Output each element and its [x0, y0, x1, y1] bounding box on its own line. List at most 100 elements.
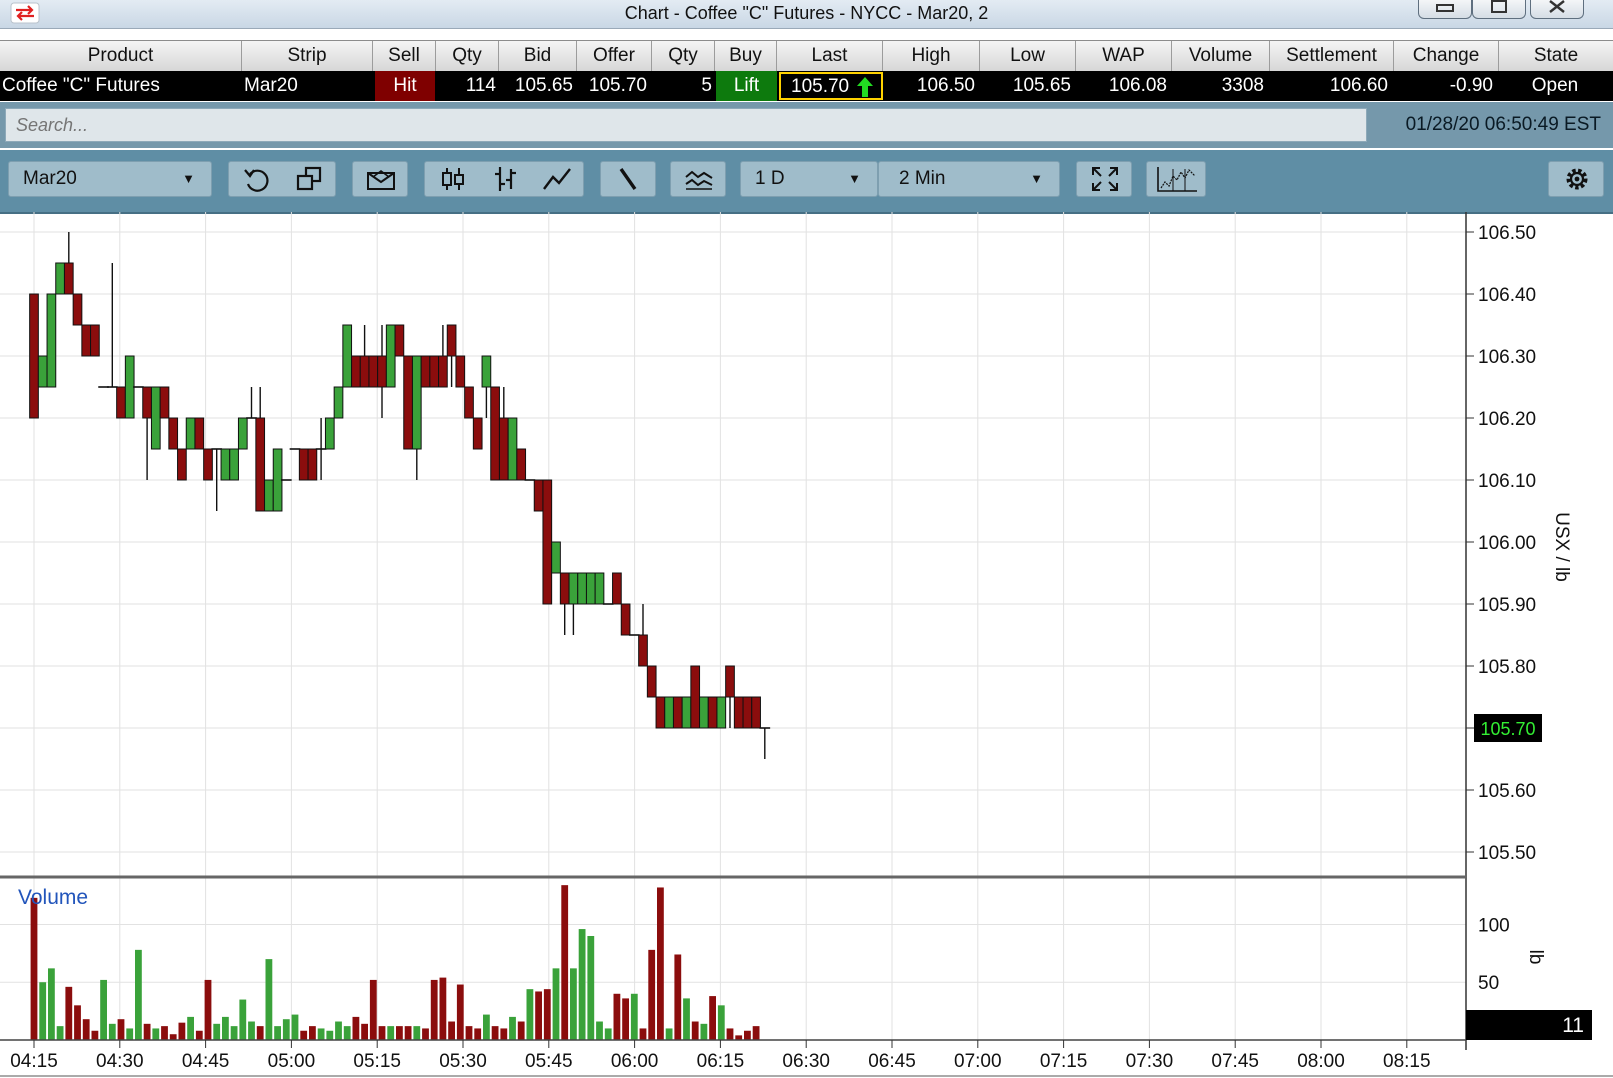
- column-header-offer-qty[interactable]: Qty: [652, 41, 715, 71]
- volume-bar: [65, 986, 73, 1040]
- candle-body: [264, 479, 274, 512]
- candle-body: [716, 696, 727, 729]
- column-header-last[interactable]: Last: [777, 41, 883, 71]
- volume-bar: [274, 1026, 281, 1040]
- volume-bar: [396, 1026, 403, 1040]
- candle-body: [359, 355, 370, 388]
- volume-bar: [222, 1016, 229, 1040]
- candle: [385, 324, 396, 388]
- candle: [116, 386, 126, 419]
- candle-body: [464, 386, 474, 419]
- column-header-wap[interactable]: WAP: [1076, 41, 1172, 71]
- settings-button[interactable]: [1548, 161, 1604, 197]
- copy-window-button[interactable]: [285, 162, 333, 196]
- strip-cell: Mar20: [244, 75, 298, 96]
- close-button[interactable]: [1530, 0, 1584, 19]
- refresh-copy-group: [228, 161, 336, 197]
- column-header-buy[interactable]: Buy: [715, 41, 777, 71]
- column-header-strip[interactable]: Strip: [242, 41, 373, 71]
- price-tick-label: 106.10: [1478, 471, 1536, 492]
- up-arrow-icon: [857, 77, 873, 97]
- candle-body: [72, 293, 83, 326]
- candle: [638, 604, 648, 667]
- refresh-icon: [244, 169, 269, 192]
- volume-bar: [570, 968, 577, 1040]
- column-header-sell[interactable]: Sell: [373, 41, 436, 71]
- candle-body: [229, 448, 239, 481]
- candle: [46, 293, 57, 388]
- volume-bar: [404, 1026, 412, 1040]
- candle-body: [394, 324, 405, 357]
- line-chart-button[interactable]: [533, 162, 581, 196]
- price-chart[interactable]: 106.50 106.40 106.30 106.20 106.10 106.00 105.…: [0, 212, 1613, 1078]
- column-header-low[interactable]: Low: [980, 41, 1076, 71]
- last-price-label: 105.70: [1480, 719, 1535, 739]
- column-header-volume[interactable]: Volume: [1172, 41, 1270, 71]
- contract-select[interactable]: Mar20 ▼: [8, 161, 212, 197]
- ohlc-bars-button[interactable]: [481, 162, 529, 196]
- volume-bar: [578, 929, 586, 1040]
- expand-button[interactable]: [1076, 161, 1132, 197]
- column-header-change[interactable]: Change: [1394, 41, 1499, 71]
- candle: [124, 355, 135, 419]
- time-tick-label: 04:45: [182, 1051, 230, 1072]
- time-tick-label: 07:30: [1126, 1051, 1174, 1072]
- candle-body: [220, 448, 231, 481]
- time-tick-label: 04:30: [96, 1051, 144, 1072]
- draw-line-button[interactable]: [600, 161, 656, 197]
- candle-body: [507, 417, 518, 481]
- candle-body: [490, 386, 500, 481]
- column-header-settlement[interactable]: Settlement: [1270, 41, 1394, 71]
- volume-bar: [413, 1026, 421, 1040]
- window-title: Chart - Coffee "C" Futures - NYCC - Mar2…: [624, 3, 989, 23]
- envelope-button[interactable]: [352, 161, 408, 197]
- lift-button[interactable]: Lift: [716, 71, 777, 101]
- volume-bar: [48, 968, 55, 1040]
- candle-body: [690, 665, 701, 729]
- last-price-cell: 105.70: [779, 72, 883, 100]
- volume-bar: [596, 1021, 603, 1040]
- column-header-high[interactable]: High: [883, 41, 980, 71]
- quote-row[interactable]: Coffee "C" Futures Mar20 Hit 114 105.65 …: [0, 71, 1613, 101]
- candle: [577, 572, 587, 605]
- candle: [81, 324, 92, 357]
- volume-bar: [352, 1016, 360, 1040]
- candle-body: [168, 417, 179, 450]
- candle: [585, 572, 596, 605]
- candle: [646, 665, 657, 698]
- range-select[interactable]: 1 D ▼: [740, 161, 878, 197]
- candle-body: [81, 324, 92, 357]
- column-header-bid-qty[interactable]: Qty: [436, 41, 499, 71]
- column-header-state[interactable]: State: [1499, 41, 1613, 71]
- hit-button[interactable]: Hit: [375, 71, 435, 101]
- volume-bar: [535, 991, 542, 1040]
- minimize-button[interactable]: [1418, 0, 1472, 19]
- volume-bar: [674, 954, 682, 1040]
- candle: [690, 665, 701, 729]
- chart-settings-button[interactable]: [1146, 161, 1206, 197]
- volume-current-marker: 11: [1466, 1010, 1592, 1040]
- interval-select[interactable]: 2 Min ▼: [878, 161, 1060, 197]
- volume-tick-label: 100: [1478, 915, 1510, 936]
- candle-body: [298, 448, 309, 481]
- candle: [37, 355, 48, 388]
- search-input[interactable]: [5, 108, 1367, 142]
- column-header-product[interactable]: Product: [0, 41, 242, 71]
- indicator-button[interactable]: [670, 161, 726, 197]
- volume-bar: [239, 999, 247, 1040]
- volume-cell: 3308: [1221, 75, 1264, 96]
- refresh-button[interactable]: [233, 162, 281, 196]
- column-header-bid[interactable]: Bid: [499, 41, 577, 71]
- range-select-value: 1 D: [755, 168, 785, 189]
- maximize-button[interactable]: [1472, 0, 1526, 19]
- column-header-offer[interactable]: Offer: [577, 41, 652, 71]
- candle-body: [707, 696, 718, 729]
- candle: [612, 572, 622, 605]
- contract-select-value: Mar20: [23, 168, 77, 189]
- candlestick-button[interactable]: [429, 162, 477, 196]
- volume-bar: [726, 1028, 734, 1040]
- volume-bar: [300, 1030, 308, 1040]
- volume-bar: [604, 1028, 612, 1040]
- bid-qty-cell: 114: [465, 75, 496, 96]
- volume-bar: [630, 993, 638, 1040]
